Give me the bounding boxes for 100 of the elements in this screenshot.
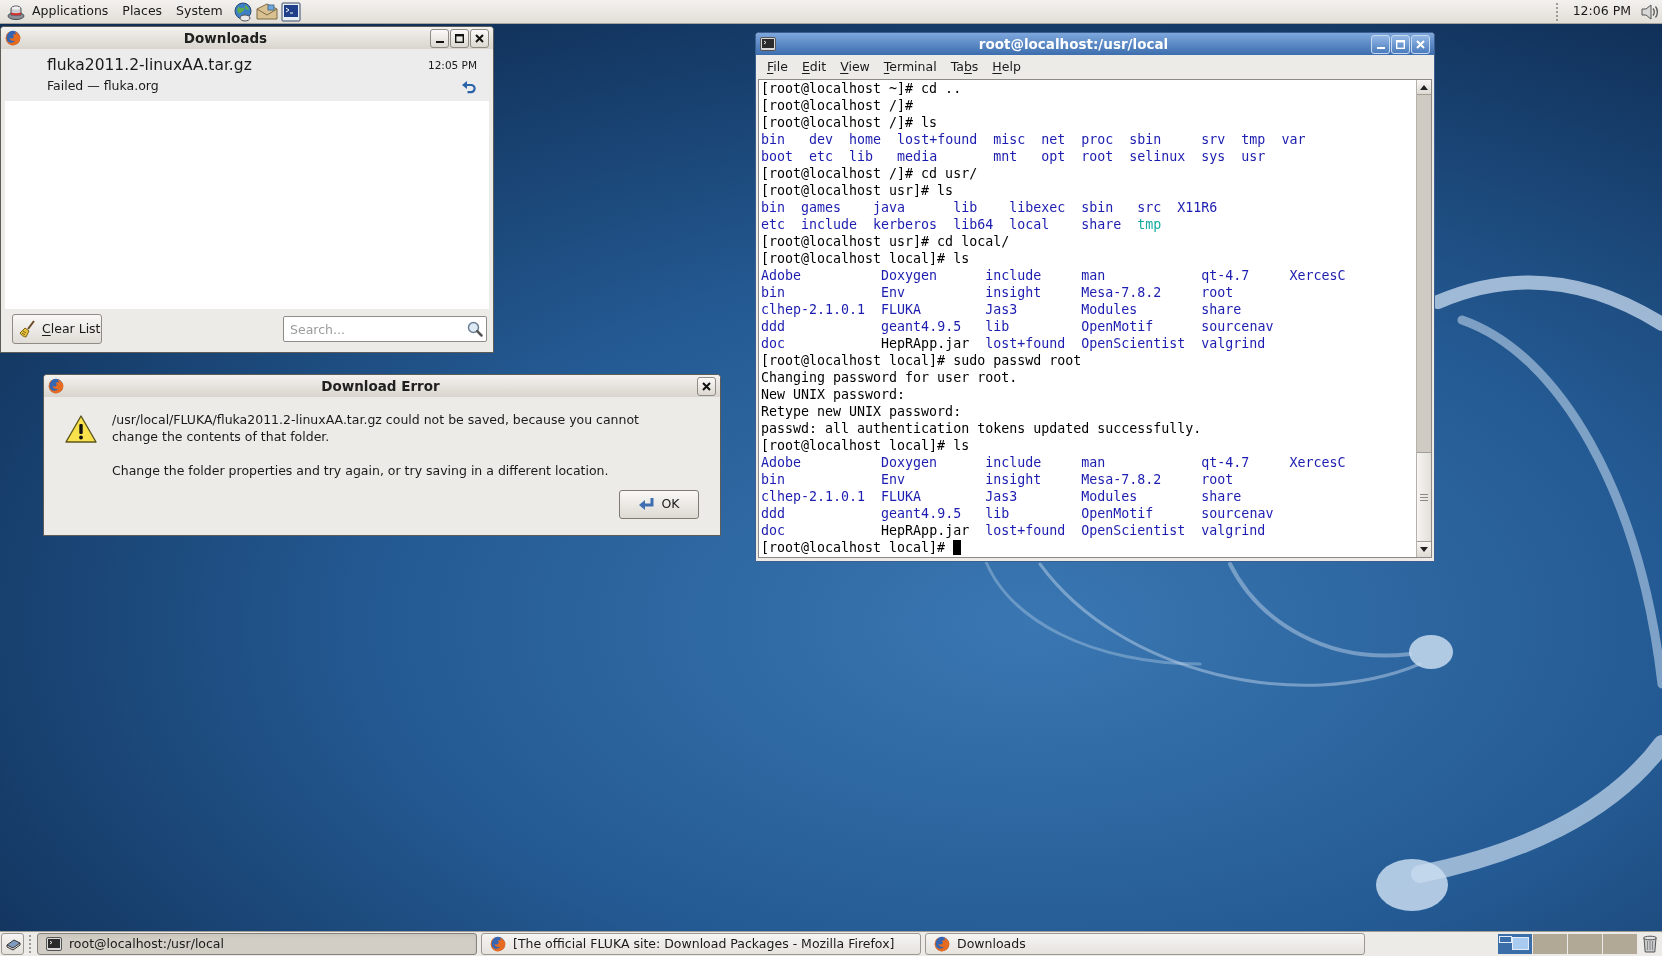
listing-entry: man xyxy=(1081,454,1106,471)
show-desktop-button[interactable] xyxy=(1,933,24,955)
listing-entry: net xyxy=(1041,131,1066,148)
speaker-icon[interactable] xyxy=(1640,1,1660,22)
workspace-tile[interactable] xyxy=(1568,934,1602,954)
swirl-globe-icon[interactable] xyxy=(5,30,21,46)
terminal-line: [root@localhost ~]# cd .. xyxy=(761,80,962,97)
listing-entry: boot xyxy=(761,148,794,165)
listing-entry: geant4.9.5 xyxy=(881,318,962,335)
window-title: Downloads xyxy=(183,28,268,48)
broom-icon xyxy=(18,319,38,339)
download-status: Failed — fluka.org xyxy=(47,78,160,94)
listing-entry: clhep-2.1.0.1 xyxy=(761,301,866,318)
listing-entry: ddd xyxy=(761,505,786,522)
listing-entry: bin xyxy=(761,199,786,216)
listing-entry: insight xyxy=(985,471,1042,488)
listing-entry: Modules xyxy=(1081,301,1138,318)
terminal-icon[interactable] xyxy=(760,37,776,51)
workspace-tile[interactable] xyxy=(1533,934,1567,954)
task-button[interactable]: [The official FLUKA site: Download Packages - Mozilla Firefox] xyxy=(481,933,921,955)
workspace-tile[interactable] xyxy=(1498,934,1532,954)
panel-menu[interactable]: Places xyxy=(115,0,170,23)
listing-entry: tmp xyxy=(1137,216,1162,233)
scroll-up-button[interactable] xyxy=(1417,80,1431,95)
warning-icon xyxy=(65,414,97,444)
listing-entry: etc xyxy=(809,148,834,165)
listing-entry: root xyxy=(1201,284,1234,301)
listing-entry: Modules xyxy=(1081,488,1138,505)
listing-entry: lib xyxy=(985,318,1010,335)
listing-entry: Adobe xyxy=(761,267,802,284)
listing-entry: proc xyxy=(1081,131,1114,148)
listing-entry: usr xyxy=(1241,148,1266,165)
listing-entry: lib xyxy=(985,505,1010,522)
swirl-globe-icon xyxy=(934,936,950,952)
listing-entry: Mesa-7.8.2 xyxy=(1081,471,1162,488)
task-button[interactable]: Downloads xyxy=(925,933,1365,955)
listing-entry: man xyxy=(1081,267,1106,284)
error-message: /usr/local/FLUKA/fluka2011.2-linuxAA.tar.gz could not be saved, because you cannot change the contents of that folder. xyxy=(112,411,640,445)
listing-entry: dev xyxy=(809,131,834,148)
envelope-icon[interactable] xyxy=(255,1,278,22)
curved-arrow-icon[interactable] xyxy=(461,80,477,95)
listing-entry: qt-4.7 xyxy=(1201,454,1250,471)
download-item[interactable]: fluka2011.2-linuxAA.tar.gz Failed — fluka.org 12:05 PM xyxy=(5,50,489,101)
workspace-tile[interactable] xyxy=(1603,934,1637,954)
clock[interactable]: 12:06 PM xyxy=(1570,0,1633,23)
listing-entry: XercesC xyxy=(1289,454,1346,471)
listing-entry: root xyxy=(1081,148,1114,165)
listing-entry: kerberos xyxy=(873,216,938,233)
clear-list-button[interactable]: Clear List xyxy=(12,314,102,344)
menu-item[interactable]: View xyxy=(833,56,877,78)
search-field[interactable]: Search... xyxy=(283,316,487,342)
maximize-icon xyxy=(455,33,464,43)
window-title: root@localhost:/usr/local xyxy=(978,34,1169,54)
terminal-line: [root@localhost /]# ls xyxy=(761,114,938,131)
listing-entry: home xyxy=(849,131,882,148)
minimize-icon xyxy=(435,40,444,43)
ok-button[interactable]: OK xyxy=(619,490,699,519)
menu-item[interactable]: Help xyxy=(985,56,1028,78)
close-button[interactable] xyxy=(697,376,716,396)
panel-menu[interactable]: Applications xyxy=(0,0,116,23)
listing-entry: Jas3 xyxy=(985,301,1018,318)
file-name: fluka2011.2-linuxAA.tar.gz xyxy=(47,55,252,75)
trash-icon[interactable] xyxy=(1642,934,1658,954)
close-button[interactable] xyxy=(470,28,489,48)
terminal-line: Changing password for user root. xyxy=(761,369,1018,386)
terminal-icon[interactable] xyxy=(280,1,301,22)
close-icon xyxy=(1416,39,1425,49)
listing-entry: include xyxy=(801,216,858,233)
maximize-button[interactable] xyxy=(450,28,469,48)
menu-item[interactable]: Tabs xyxy=(943,56,986,78)
search-icon xyxy=(467,321,483,337)
minimize-icon xyxy=(1376,46,1385,49)
listing-entry: var xyxy=(1281,131,1306,148)
task-button[interactable]: root@localhost:/usr/local xyxy=(37,933,477,955)
menu-item[interactable]: Edit xyxy=(794,56,834,78)
listing-entry: share xyxy=(1201,301,1242,318)
listing-entry: FLUKA xyxy=(881,488,922,505)
listing-entry: FLUKA xyxy=(881,301,922,318)
listing-entry: share xyxy=(1201,488,1242,505)
listing-entry: misc xyxy=(993,131,1026,148)
listing-entry: lib64 xyxy=(953,216,994,233)
listing-entry: HepRApp.jar xyxy=(881,522,970,539)
menu-item[interactable]: File xyxy=(760,56,795,78)
terminal-line: New UNIX password: xyxy=(761,386,906,403)
listing-entry: share xyxy=(1081,216,1122,233)
listing-entry: OpenMotif xyxy=(1081,318,1154,335)
panel-menu[interactable]: System xyxy=(169,0,230,23)
listing-entry: sys xyxy=(1201,148,1226,165)
terminal-line: [root@localhost local]# ls xyxy=(761,437,970,454)
listing-entry: ddd xyxy=(761,318,786,335)
scrollbar-thumb[interactable] xyxy=(1417,452,1431,542)
globe-icon[interactable] xyxy=(232,1,253,22)
listing-entry: games xyxy=(801,199,842,216)
scroll-down-button[interactable] xyxy=(1417,542,1431,557)
listing-entry: libexec xyxy=(1009,199,1066,216)
menu-item[interactable]: Terminal xyxy=(876,56,944,78)
swirl-globe-icon[interactable] xyxy=(48,378,64,394)
listing-entry: sbin xyxy=(1081,199,1114,216)
minimize-button[interactable] xyxy=(430,28,449,48)
listing-entry: clhep-2.1.0.1 xyxy=(761,488,866,505)
